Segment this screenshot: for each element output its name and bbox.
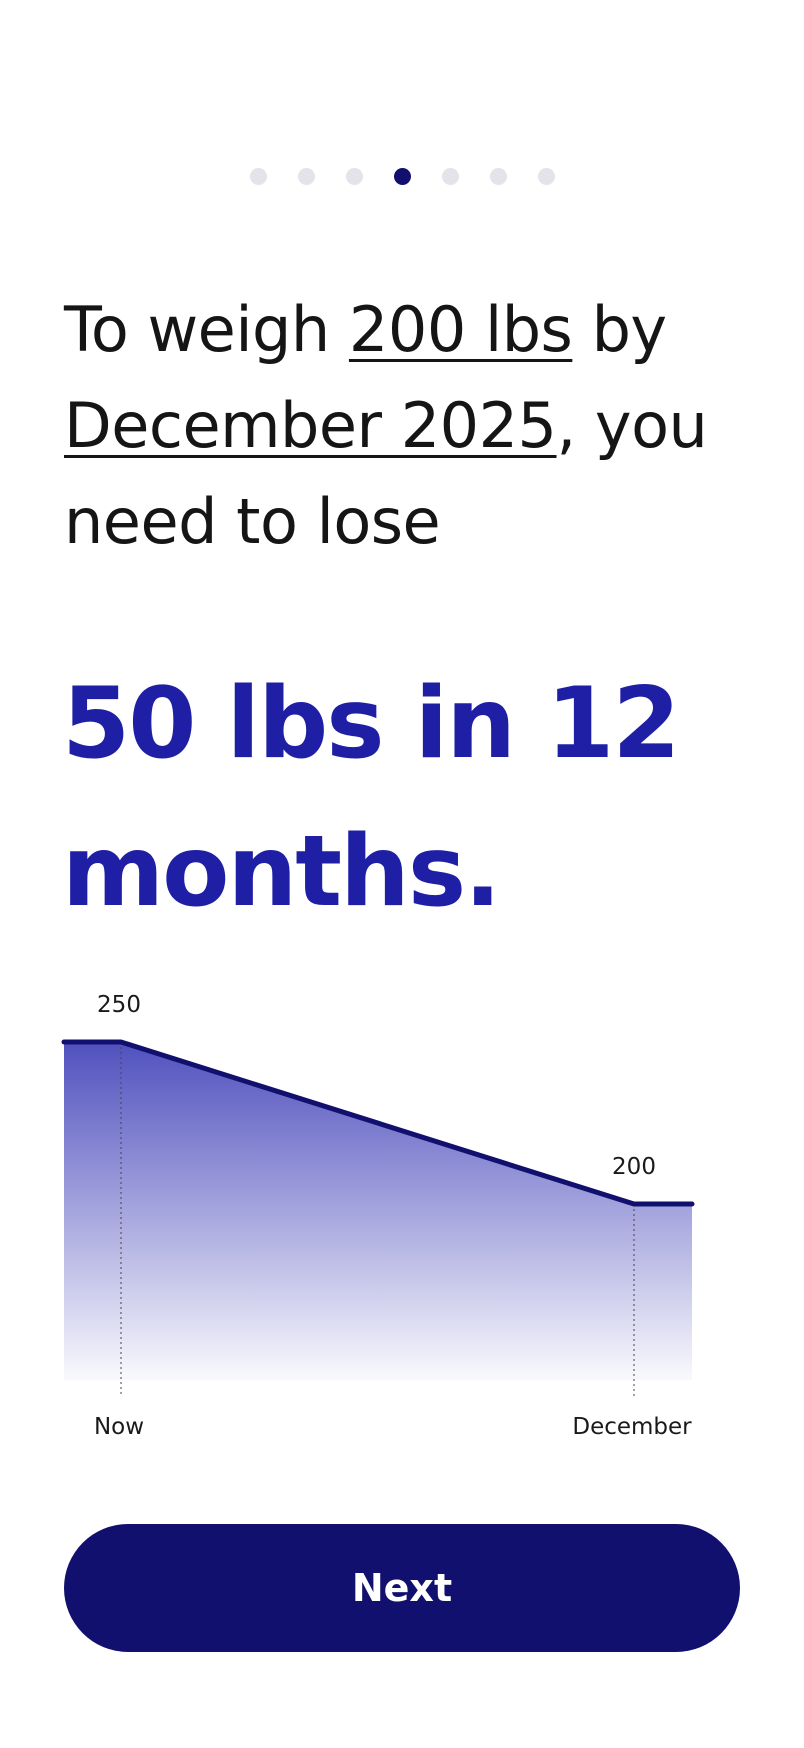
target-weight: 200 lbs (348, 293, 573, 366)
progress-dots (0, 168, 804, 188)
headline-text-by: by (572, 293, 668, 366)
progress-dot (489, 168, 507, 185)
weight-loss-summary: 50 lbs in 12 months. (62, 667, 681, 929)
progress-dot-active (393, 168, 411, 185)
progress-dot (249, 168, 267, 185)
progress-dot (441, 168, 459, 185)
progress-dot (537, 168, 555, 185)
next-button[interactable]: Next (64, 1524, 740, 1652)
weight-projection-chart: 250 200 Now December (61, 992, 695, 1440)
chart-value-label-start: 250 (97, 992, 141, 1018)
progress-dot (345, 168, 363, 185)
headline-text-start: To weigh (64, 293, 349, 366)
chart-x-label-december: December (572, 1414, 692, 1440)
chart-area-fill (64, 1042, 692, 1380)
target-date: December 2025 (64, 389, 557, 462)
progress-dot (297, 168, 315, 185)
chart-x-label-now: Now (94, 1414, 144, 1440)
chart-value-label-end: 200 (612, 1154, 656, 1180)
headline: To weigh 200 lbs by December 2025, you n… (64, 282, 764, 570)
